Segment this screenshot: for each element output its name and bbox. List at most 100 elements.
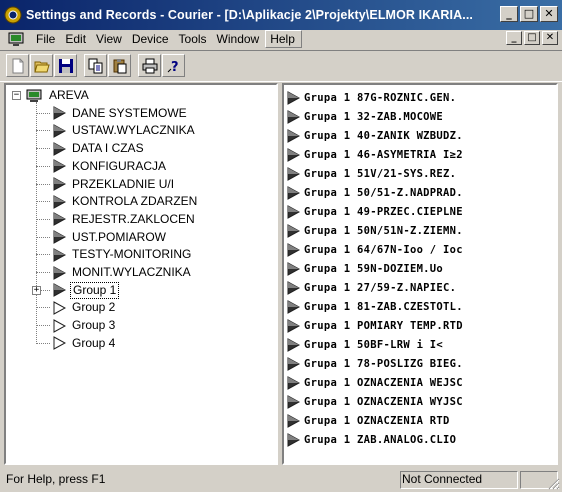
arrow-right-icon [287,243,300,257]
tree-item[interactable]: Group 3 [52,317,117,334]
arrow-right-icon [287,281,300,295]
list-item[interactable]: Grupa 1 OZNACZENIA RTD [286,412,450,430]
list-item-label: Grupa 1 OZNACZENIA WYJSC [304,396,463,408]
mdi-close-button[interactable]: ✕ [542,31,558,45]
save-button[interactable] [54,54,77,77]
print-button[interactable] [138,54,161,77]
resize-grip-icon[interactable] [548,478,560,490]
list-item[interactable]: Grupa 1 64/67N-Ioo / Ioc [286,241,463,259]
tree-item[interactable]: DANE SYSTEMOWE [52,105,189,122]
arrow-right-icon [53,124,66,138]
tree-pane[interactable]: − AREVA DANE SYSTEMOWE USTAW.WYLACZNIKA DATA… [4,83,278,465]
open-icon [33,61,50,72]
tree-item-label: UST.POMIAROW [72,229,167,244]
menu-window[interactable]: Window [213,30,266,48]
new-icon [12,58,23,73]
tree-item-label: Group 3 [72,318,116,333]
list-item-label: Grupa 1 OZNACZENIA RTD [304,415,450,427]
menu-file[interactable]: File [32,30,61,48]
list-item[interactable]: Grupa 1 51V/21-SYS.REZ. [286,165,456,183]
arrow-right-icon [287,338,300,352]
arrow-right-icon [53,141,66,156]
tree-item[interactable]: Group 4 [52,335,117,352]
list-item[interactable]: Grupa 1 78-POSLIZG BIEG. [286,355,463,373]
tree-item[interactable]: DATA I CZAS [52,140,146,157]
expand-toggle[interactable]: + [32,285,41,295]
tree-item-label: Group 2 [72,300,116,315]
maximize-button[interactable]: □ [520,6,538,22]
paste-button[interactable] [108,54,131,77]
list-pane[interactable]: Grupa 1 87G-ROZNIC.GEN. Grupa 1 32-ZAB.MO… [282,83,558,465]
print-icon [142,58,157,73]
list-item[interactable]: Grupa 1 32-ZAB.MOCOWE [286,108,443,126]
menu-help[interactable]: Help [265,30,302,48]
arrow-right-icon [287,167,300,181]
list-item[interactable]: Grupa 1 POMIARY TEMP.RTD [286,317,463,335]
device-icon [26,89,42,102]
arrow-right-icon [53,265,66,280]
tree-item[interactable]: KONFIGURACJA [52,158,168,175]
title-bar[interactable]: Settings and Records - Courier - [D:\Apl… [0,0,562,30]
new-button[interactable] [6,54,29,77]
list-item[interactable]: Grupa 1 59N-DOZIEM.Uo [286,260,443,278]
arrow-right-icon [287,395,300,409]
arrow-right-icon [287,129,300,143]
menu-tools[interactable]: Tools [175,30,213,48]
mdi-minimize-button[interactable]: _ [506,31,522,45]
copy-icon [88,58,102,73]
app-icon[interactable] [4,6,22,24]
tree-item[interactable]: UST.POMIAROW [52,229,168,246]
list-item[interactable]: Grupa 1 87G-ROZNIC.GEN. [286,89,456,107]
arrow-right-icon [53,159,66,174]
status-bar: For Help, press F1 Not Connected [0,468,562,492]
mdi-restore-button[interactable]: □ [524,31,540,45]
copy-button[interactable] [84,54,107,77]
tree-item[interactable]: USTAW.WYLACZNIKA [52,122,197,139]
arrow-right-icon [53,301,66,315]
list-item-label: Grupa 1 50/51-Z.NADPRAD. [304,187,463,199]
tree-item[interactable]: Group 1 [52,281,120,299]
collapse-toggle[interactable]: − [12,91,21,100]
menu-view[interactable]: View [92,30,128,48]
list-item[interactable]: Grupa 1 81-ZAB.CZESTOTL. [286,298,463,316]
tree-item-label: PRZEKLADNIE U/I [72,176,175,191]
list-item-label: Grupa 1 49-PRZEC.CIEPLNE [304,206,463,218]
list-item[interactable]: Grupa 1 49-PRZEC.CIEPLNE [286,203,463,221]
list-item[interactable]: Grupa 1 ZAB.ANALOG.CLIO [286,431,456,449]
list-item[interactable]: Grupa 1 OZNACZENIA WYJSC [286,393,463,411]
tree-item-label: KONFIGURACJA [72,158,167,173]
arrow-right-icon [287,433,300,447]
tree-item[interactable]: Group 2 [52,299,117,316]
arrow-right-icon [53,247,66,262]
close-button[interactable]: ✕ [540,6,558,22]
arrow-right-icon [287,224,300,238]
menu-bar: File Edit View Device Tools Window Help _ □ ✕ [0,30,562,48]
open-button[interactable] [30,54,53,77]
arrow-right-icon [53,336,66,351]
list-item-label: Grupa 1 46-ASYMETRIA I≥2 [304,149,463,161]
tree-item[interactable]: KONTROLA ZDARZEN [52,193,199,210]
tree-item[interactable]: MONIT.WYLACZNIKA [52,264,193,281]
list-item[interactable]: Grupa 1 46-ASYMETRIA I≥2 [286,146,463,164]
toolbar: ? [0,50,562,82]
menu-edit[interactable]: Edit [61,30,92,48]
list-item-label: Grupa 1 27/59-Z.NAPIEC. [304,282,457,294]
menu-device[interactable]: Device [128,30,175,48]
list-item[interactable]: Grupa 1 50/51-Z.NADPRAD. [286,184,463,202]
arrow-right-icon [287,148,300,162]
help-icon: ? [167,60,178,74]
help-button[interactable]: ? [162,54,185,77]
tree-item[interactable]: TESTY-MONITORING [52,246,193,263]
list-item[interactable]: Grupa 1 40-ZANIK WZBUDZ. [286,127,463,145]
minimize-button[interactable]: _ [500,6,518,22]
list-item[interactable]: Grupa 1 50BF-LRW i I< [286,336,443,354]
tree-item[interactable]: REJESTR.ZAKLOCEN [52,211,197,228]
document-icon[interactable] [8,31,26,47]
list-item[interactable]: Grupa 1 50N/51N-Z.ZIEMN. [286,222,463,240]
list-item-label: Grupa 1 87G-ROZNIC.GEN. [304,92,457,104]
list-item[interactable]: Grupa 1 OZNACZENIA WEJSC [286,374,463,392]
arrow-right-icon [287,319,300,333]
list-item[interactable]: Grupa 1 27/59-Z.NAPIEC. [286,279,456,297]
arrow-right-icon [287,300,300,314]
tree-item[interactable]: PRZEKLADNIE U/I [52,176,176,193]
